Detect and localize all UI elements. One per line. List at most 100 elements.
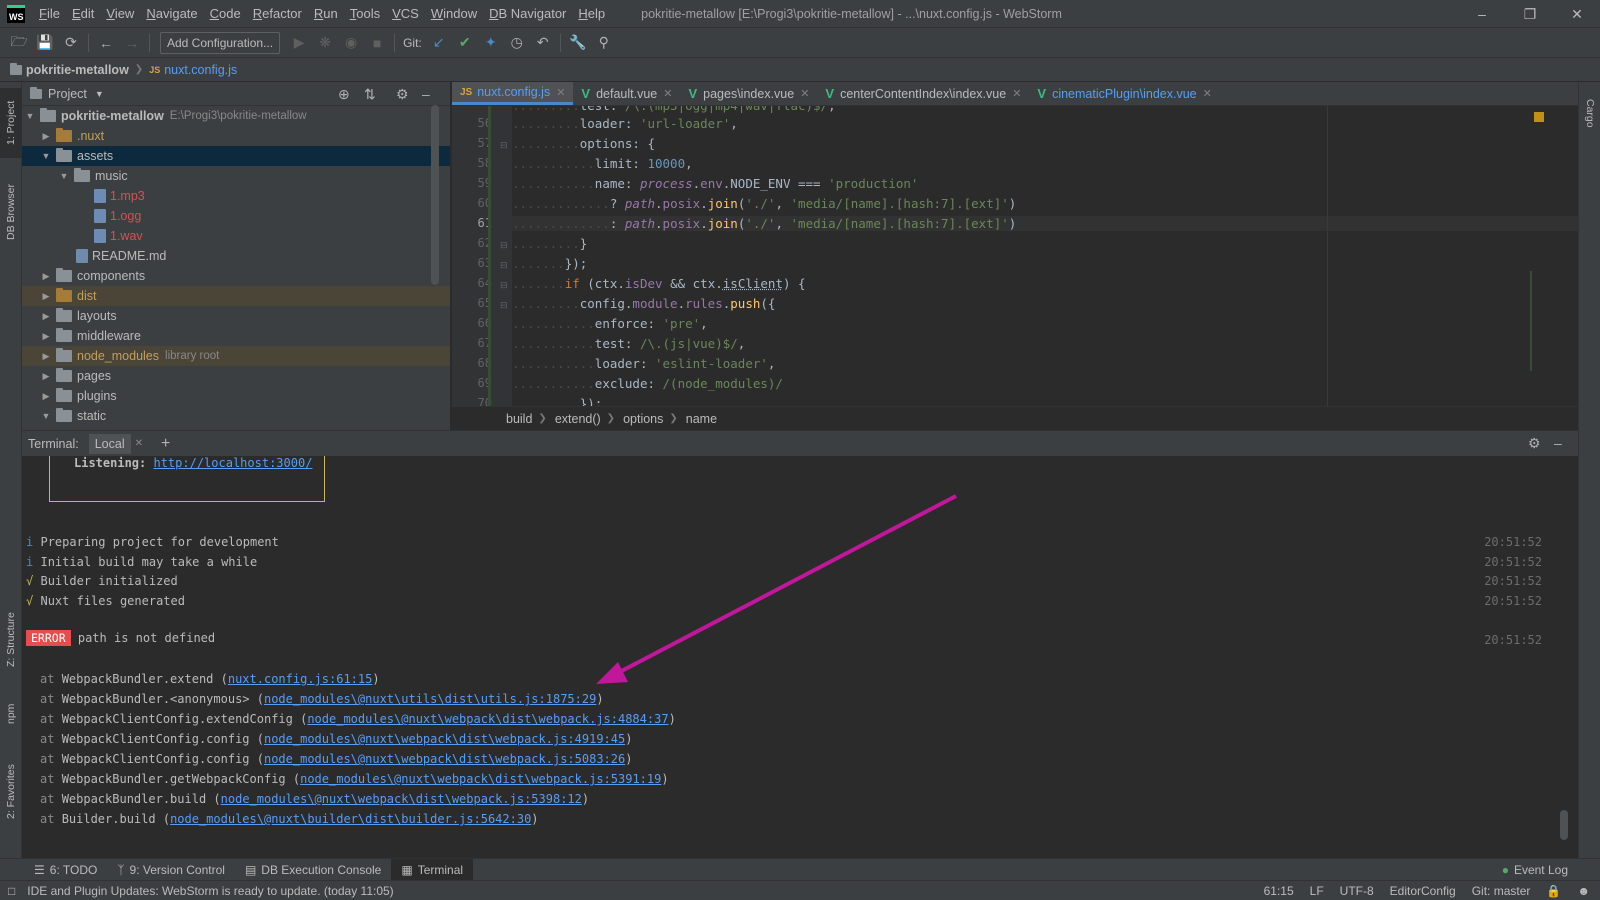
editorconfig-indicator[interactable]: EditorConfig: [1390, 884, 1456, 898]
tree-item-music[interactable]: ▼ music: [22, 166, 450, 186]
breadcrumb-file[interactable]: nuxt.config.js: [164, 63, 237, 77]
menu-help[interactable]: Help: [572, 0, 611, 28]
fold-icon[interactable]: ⊟: [500, 280, 508, 291]
git-update-icon[interactable]: ↙: [426, 30, 452, 56]
file-encoding[interactable]: UTF-8: [1340, 884, 1374, 898]
menu-run[interactable]: Run: [308, 0, 344, 28]
git-rollback-icon[interactable]: ↶: [530, 30, 556, 56]
menu-navigate[interactable]: Navigate: [140, 0, 203, 28]
close-tab-icon[interactable]: ✕: [800, 87, 809, 100]
save-all-icon[interactable]: 💾: [32, 30, 58, 56]
expanded-arrow-icon[interactable]: ▼: [40, 411, 52, 421]
status-message[interactable]: IDE and Plugin Updates: WebStorm is read…: [27, 884, 393, 898]
crumb-name[interactable]: name: [686, 412, 717, 426]
crumb-options[interactable]: options: [623, 412, 663, 426]
tab-cinematic-plugin[interactable]: V cinematicPlugin\index.vue ✕: [1029, 82, 1219, 105]
gear-icon[interactable]: ⚙: [1528, 435, 1541, 452]
tool-tab-npm[interactable]: npm: [0, 694, 22, 734]
menu-refactor[interactable]: Refactor: [247, 0, 308, 28]
back-icon[interactable]: ←: [93, 30, 119, 56]
menu-vcs[interactable]: VCS: [386, 0, 425, 28]
sync-icon[interactable]: ⟳: [58, 30, 84, 56]
code-editor[interactable]: .........test: /\.(mp3|ogg|mp4|wav|flac)…: [512, 106, 1578, 406]
collapsed-arrow-icon[interactable]: ▶: [40, 371, 52, 382]
menu-edit[interactable]: Edit: [66, 0, 100, 28]
terminal-tab-local[interactable]: Local: [88, 433, 131, 454]
locate-icon[interactable]: ⊕: [338, 86, 350, 103]
collapsed-arrow-icon[interactable]: ▶: [40, 351, 52, 362]
project-scrollbar[interactable]: [431, 105, 439, 285]
close-tab-icon[interactable]: ✕: [663, 87, 672, 100]
tab-default-vue[interactable]: V default.vue ✕: [573, 82, 680, 105]
tree-item-readme[interactable]: README.md: [22, 246, 450, 266]
run-icon[interactable]: ▶: [286, 30, 312, 56]
minimize-icon[interactable]: –: [1459, 0, 1505, 28]
menu-file[interactable]: File: [33, 0, 66, 28]
tree-item-nuxt[interactable]: ▶ .nuxt: [22, 126, 450, 146]
tool-tab-terminal[interactable]: ▦ Terminal: [391, 858, 474, 881]
tree-item-components[interactable]: ▶ components: [22, 266, 450, 286]
open-folder-icon[interactable]: 🗁: [6, 30, 32, 56]
terminal-output[interactable]: Listening: http://localhost:3000/ i Prep…: [22, 456, 1578, 856]
menu-window[interactable]: Window: [425, 0, 483, 28]
add-configuration-button[interactable]: Add Configuration...: [160, 31, 281, 54]
restore-icon[interactable]: ❐: [1507, 0, 1553, 28]
tree-item-layouts[interactable]: ▶ layouts: [22, 306, 450, 326]
collapsed-arrow-icon[interactable]: ▶: [40, 271, 52, 282]
fold-icon[interactable]: ⊟: [500, 240, 508, 251]
tree-item-file[interactable]: 1.ogg: [22, 206, 450, 226]
tree-item-file[interactable]: 1.mp3: [22, 186, 450, 206]
new-terminal-icon[interactable]: +: [161, 435, 170, 453]
notifications-icon[interactable]: ☻: [1577, 884, 1590, 898]
terminal-scrollbar[interactable]: [1560, 810, 1568, 840]
tool-tab-db-browser[interactable]: DB Browser: [0, 172, 22, 252]
debug-icon[interactable]: ❋: [312, 30, 338, 56]
tree-item-dist[interactable]: ▶ dist: [22, 286, 450, 306]
crumb-build[interactable]: build: [506, 412, 532, 426]
stop-icon[interactable]: ■: [364, 30, 390, 56]
search-icon[interactable]: ⚲: [591, 30, 617, 56]
editor-gutter[interactable]: 56 57 58 59 60 61 62 63 64 65 66 67 68 6…: [452, 106, 512, 410]
git-branch[interactable]: Git: master: [1472, 884, 1531, 898]
tab-center-content[interactable]: V centerContentIndex\index.vue ✕: [817, 82, 1029, 105]
close-tab-icon[interactable]: ✕: [135, 438, 143, 449]
tree-item-file[interactable]: 1.wav: [22, 226, 450, 246]
tree-item-node-modules[interactable]: ▶ node_modules library root: [22, 346, 450, 366]
crumb-extend[interactable]: extend(): [555, 412, 601, 426]
expanded-arrow-icon[interactable]: ▼: [24, 111, 36, 121]
tool-tab-structure[interactable]: Z: Structure: [0, 600, 22, 680]
tree-item-middleware[interactable]: ▶ middleware: [22, 326, 450, 346]
tool-tab-db-console[interactable]: ▤ DB Execution Console: [235, 859, 391, 881]
git-compare-icon[interactable]: ✦: [478, 30, 504, 56]
fold-icon[interactable]: ⊟: [500, 260, 508, 271]
collapse-all-icon[interactable]: ⇅: [364, 86, 376, 103]
close-icon[interactable]: ✕: [1554, 0, 1600, 28]
tool-tab-favorites[interactable]: 2: Favorites: [0, 752, 22, 832]
chevron-down-icon[interactable]: ▼: [95, 89, 104, 99]
tool-tab-project[interactable]: 1: Project: [0, 88, 22, 158]
git-history-icon[interactable]: ◷: [504, 30, 530, 56]
menu-tools[interactable]: Tools: [344, 0, 386, 28]
fold-icon[interactable]: ⊟: [500, 300, 508, 311]
tree-item-static[interactable]: ▼ static: [22, 406, 450, 426]
breadcrumb-project[interactable]: pokritie-metallow: [26, 63, 129, 77]
warning-marker-icon[interactable]: [1534, 112, 1544, 122]
collapsed-arrow-icon[interactable]: ▶: [40, 131, 52, 142]
menu-view[interactable]: View: [100, 0, 140, 28]
tree-item-root[interactable]: ▼ pokritie-metallow E:\Progi3\pokritie-m…: [22, 106, 450, 126]
line-separator[interactable]: LF: [1310, 884, 1324, 898]
git-commit-icon[interactable]: ✔: [452, 30, 478, 56]
collapsed-arrow-icon[interactable]: ▶: [40, 291, 52, 302]
lock-icon[interactable]: 🔒: [1546, 884, 1561, 898]
tree-item-plugins[interactable]: ▶ plugins: [22, 386, 450, 406]
tree-item-pages[interactable]: ▶ pages: [22, 366, 450, 386]
tool-tab-todo[interactable]: ☰ 6: TODO: [24, 859, 107, 881]
caret-position[interactable]: 61:15: [1264, 884, 1294, 898]
tool-tab-version-control[interactable]: ᛉ 9: Version Control: [107, 859, 235, 881]
expanded-arrow-icon[interactable]: ▼: [40, 151, 52, 161]
menu-code[interactable]: Code: [204, 0, 247, 28]
gear-icon[interactable]: ⚙: [396, 86, 409, 103]
hide-panel-icon[interactable]: –: [422, 86, 430, 102]
collapsed-arrow-icon[interactable]: ▶: [40, 331, 52, 342]
settings-wrench-icon[interactable]: 🔧: [565, 30, 591, 56]
